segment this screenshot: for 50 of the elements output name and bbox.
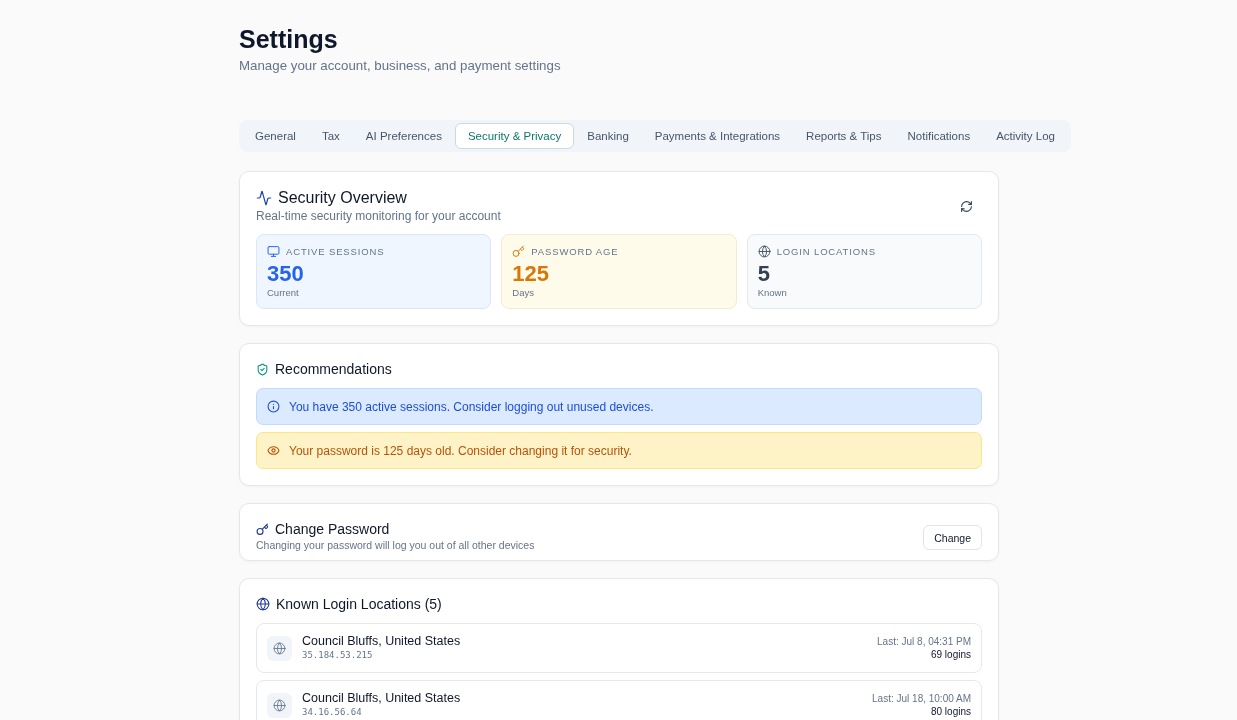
location-name: Council Bluffs, United States: [302, 634, 461, 649]
login-count: 69 logins: [930, 648, 971, 661]
globe-icon: [256, 597, 270, 611]
stat-value: 5: [757, 261, 771, 287]
key-icon: [256, 522, 269, 536]
page-subtitle: Manage your account, business, and payment settings: [239, 57, 561, 75]
tab[interactable]: Tax: [308, 123, 353, 149]
last-login-time: Last: Jul 8, 04:31 PM: [877, 635, 971, 648]
pulse-icon: [256, 190, 272, 206]
ip-address: 35.184.53.215: [302, 649, 374, 662]
stat-caption: Known: [757, 287, 788, 299]
change-button[interactable]: Change: [923, 525, 982, 550]
tab[interactable]: Payments & Integrations: [641, 123, 794, 149]
tab[interactable]: Activity Log: [983, 123, 1068, 149]
location-name: Council Bluffs, United States: [302, 691, 461, 706]
tab[interactable]: General: [242, 123, 309, 149]
card-title: Change Password: [275, 520, 390, 538]
card-title: Known Login Locations (5): [276, 595, 442, 613]
globe-icon: [757, 244, 771, 258]
key-icon: [512, 244, 526, 258]
shield-check-icon: [256, 362, 269, 376]
globe-icon: [267, 635, 292, 661]
eye-icon: [267, 444, 280, 457]
tab[interactable]: Banking: [574, 123, 642, 149]
tab[interactable]: Reports & Tips: [793, 123, 895, 149]
login-count: 80 logins: [930, 705, 971, 718]
stat-value: 350: [267, 261, 305, 287]
alert-text: You have 350 active sessions. Consider logging out unused devices.: [289, 398, 654, 415]
stat-label: ACTIVE SESSIONS: [286, 245, 385, 257]
alert-text: Your password is 125 days old. Consider changing it for security.: [289, 442, 632, 459]
tab[interactable]: AI Preferences: [352, 123, 455, 149]
refresh-button[interactable]: [960, 199, 973, 213]
card-subtitle: Real-time security monitoring for your account: [256, 208, 501, 224]
stat-label: PASSWORD AGE: [531, 245, 619, 257]
ip-address: 34.16.56.64: [302, 706, 363, 719]
stat-value: 125: [512, 261, 551, 287]
globe-icon: [267, 692, 292, 718]
page-title: Settings: [239, 24, 338, 55]
stat-caption: Days: [512, 287, 535, 299]
card-title: Recommendations: [275, 360, 392, 378]
info-icon: [267, 400, 280, 413]
stat-label: LOGIN LOCATIONS: [776, 245, 876, 257]
stat-caption: Current: [267, 287, 300, 299]
monitor-icon: [267, 244, 280, 258]
tab[interactable]: Security & Privacy: [454, 123, 575, 149]
refresh-icon: [960, 199, 973, 213]
card-description: Changing your password will log you out of all other devices: [256, 538, 535, 552]
tab[interactable]: Notifications: [894, 123, 984, 149]
card-title: Security Overview: [278, 188, 407, 208]
last-login-time: Last: Jul 18, 10:00 AM: [872, 692, 971, 705]
